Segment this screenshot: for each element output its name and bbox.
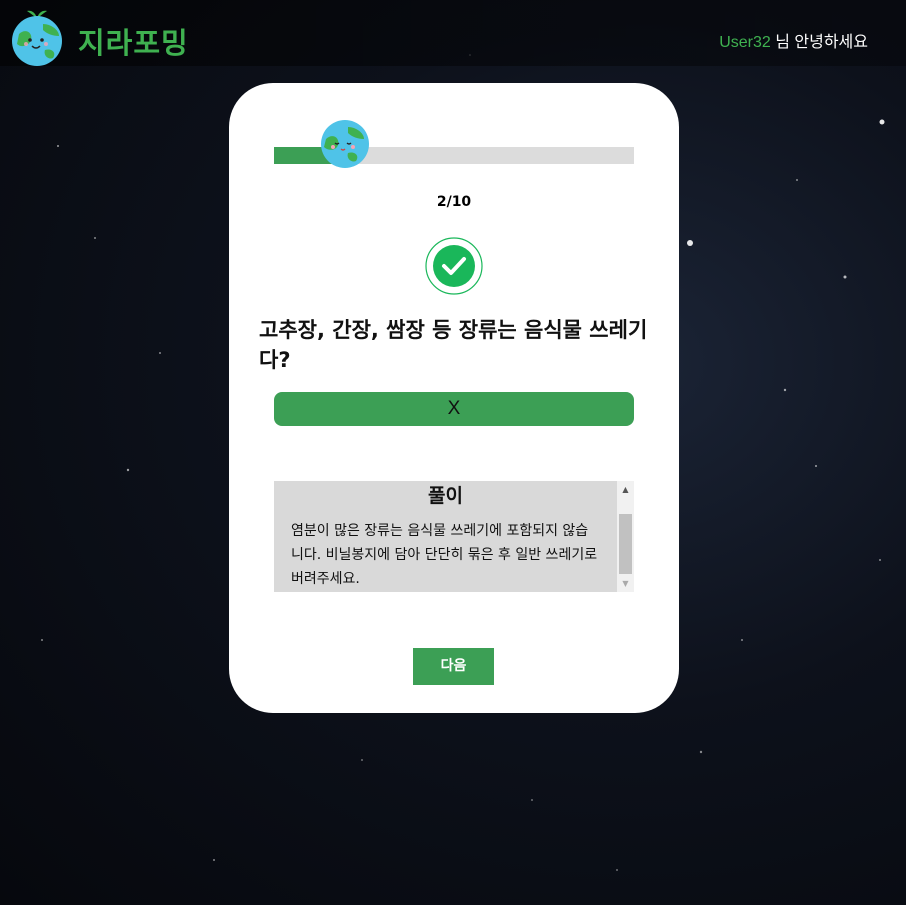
user-greeting: User32 님 안녕하세요 (719, 28, 868, 52)
correct-check-icon (425, 237, 483, 295)
scroll-thumb[interactable] (619, 514, 632, 574)
current-question-number: 2 (436, 194, 447, 210)
explanation-scrollbar[interactable]: ▲ ▼ (617, 481, 634, 592)
next-button[interactable]: 다음 (413, 648, 494, 685)
explanation-box: 풀이 염분이 많은 장류는 음식물 쓰레기에 포함되지 않습니다. 비닐봉지에 … (274, 481, 634, 592)
username: User32 (719, 34, 771, 51)
total-question-number: 10 (451, 194, 472, 210)
earth-progress-icon (321, 120, 369, 168)
quiz-card: 2/10 고추장, 간장, 쌈장 등 장류는 음식물 쓰레기다? X 풀이 염분… (229, 83, 679, 713)
earth-logo-icon[interactable] (9, 6, 65, 66)
logo-text[interactable]: 지라포밍 (78, 20, 189, 62)
question-counter: 2/10 (229, 194, 679, 210)
scroll-down-arrow-icon[interactable]: ▼ (617, 575, 634, 592)
top-navigation-bar: 지라포밍 User32 님 안녕하세요 (0, 0, 906, 66)
explanation-text: 염분이 많은 장류는 음식물 쓰레기에 포함되지 않습니다. 비닐봉지에 담아 … (291, 523, 598, 587)
question-text: 고추장, 간장, 쌈장 등 장류는 음식물 쓰레기다? (259, 318, 648, 372)
explanation-title: 풀이 (428, 485, 463, 507)
answer-option-x[interactable]: X (274, 392, 634, 426)
greeting-suffix: 님 안녕하세요 (770, 34, 868, 51)
scroll-up-arrow-icon[interactable]: ▲ (617, 481, 634, 498)
